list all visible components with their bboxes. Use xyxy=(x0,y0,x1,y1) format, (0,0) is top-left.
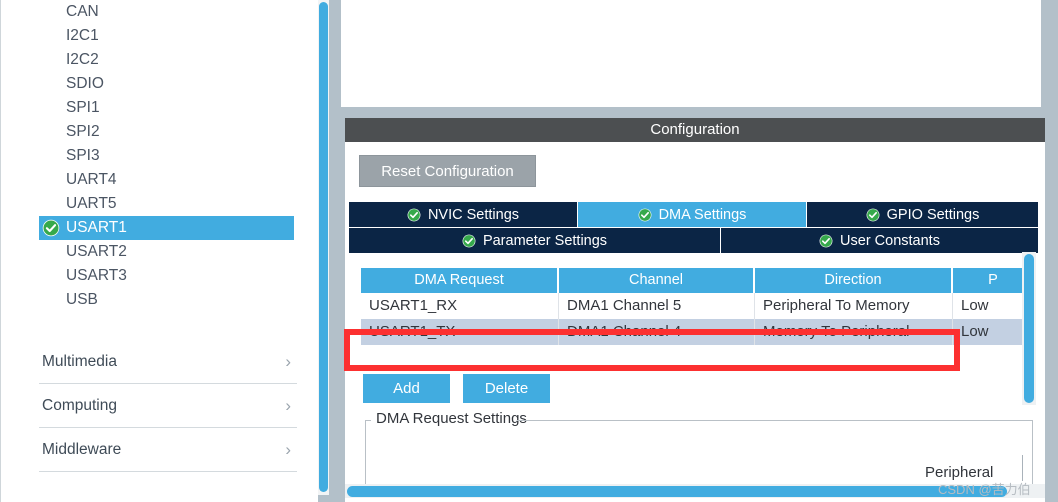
sidebar-item-usb[interactable]: USB xyxy=(1,288,318,312)
watermark-text: CSDN @苦力伯 xyxy=(938,482,1031,497)
category-computing[interactable]: Computing › xyxy=(39,384,297,428)
tab-dma-settings[interactable]: DMA Settings xyxy=(578,202,807,228)
column-header[interactable]: Direction xyxy=(755,268,953,293)
table-cell: Memory To Peripheral xyxy=(755,319,953,345)
green-check-icon xyxy=(407,208,421,221)
chevron-right-icon[interactable]: › xyxy=(285,353,291,370)
chevron-right-icon[interactable]: › xyxy=(285,441,291,458)
tab-gpio-settings[interactable]: GPIO Settings xyxy=(807,202,1038,228)
category-label: Middleware xyxy=(42,440,122,458)
tab-label: GPIO Settings xyxy=(886,206,980,223)
sidebar-item-label: I2C1 xyxy=(66,27,99,44)
table-cell: Peripheral To Memory xyxy=(755,293,953,319)
sidebar-item-sdio[interactable]: SDIO xyxy=(1,72,318,96)
peripheral-list: CAN I2C1 I2C2 SDIO SPI1 SPI2 SPI3 UART4 UART5 USA… xyxy=(1,0,318,310)
category-multimedia[interactable]: Multimedia › xyxy=(39,340,297,384)
configuration-panel: Configuration Reset Configuration NVIC S… xyxy=(341,0,1058,502)
green-check-icon xyxy=(638,208,651,221)
sidebar-item-label: USB xyxy=(66,291,98,308)
sidebar-item-uart5[interactable]: UART5 xyxy=(1,192,318,216)
configuration-body: Reset Configuration NVIC Settings DMA Set… xyxy=(345,142,1045,502)
green-check-icon xyxy=(462,234,476,248)
legend-line-left xyxy=(365,420,371,421)
sidebar-item-label: UART5 xyxy=(66,195,117,212)
settings-tabs-row-2: Parameter Settings User Constants xyxy=(349,228,1038,254)
table-cell: DMA1 Channel 5 xyxy=(559,293,755,319)
sidebar-item-spi2[interactable]: SPI2 xyxy=(1,120,318,144)
sidebar-item-label: UART4 xyxy=(66,171,117,188)
green-check-icon xyxy=(42,219,60,237)
table-cell: Low xyxy=(961,297,989,314)
green-check-icon xyxy=(866,208,880,222)
add-button[interactable]: Add xyxy=(363,374,450,403)
table-scrollbar-thumb[interactable] xyxy=(1024,254,1034,403)
table-row[interactable]: USART1_TX DMA1 Channel 4 Memory To Periphe… xyxy=(361,319,1033,345)
category-list: Multimedia › Computing › Middleware › xyxy=(39,340,297,472)
table-cell: DMA1 Channel 4 xyxy=(559,319,755,345)
app-window: CAN I2C1 I2C2 SDIO SPI1 SPI2 SPI3 UART4 UART5 USA… xyxy=(0,0,1058,502)
column-header[interactable]: DMA Request xyxy=(361,268,559,293)
sidebar-item-spi1[interactable]: SPI1 xyxy=(1,96,318,120)
category-middleware[interactable]: Middleware › xyxy=(39,428,297,472)
sidebar-item-spi3[interactable]: SPI3 xyxy=(1,144,318,168)
table-row[interactable]: USART1_RX DMA1 Channel 5 Peripheral To Mem… xyxy=(361,293,1033,319)
tab-label: User Constants xyxy=(840,232,940,249)
sidebar-item-label: USART2 xyxy=(66,243,127,260)
settings-tabs-row-1: NVIC Settings DMA Settings GPIO Settings xyxy=(349,202,1038,228)
table-cell: USART1_RX xyxy=(361,293,559,319)
table-body: USART1_RX DMA1 Channel 5 Peripheral To Mem… xyxy=(361,293,1033,345)
tab-label: NVIC Settings xyxy=(427,206,520,223)
sidebar-item-label: USART3 xyxy=(66,267,127,284)
column-header[interactable]: P xyxy=(953,268,1033,293)
green-check-icon xyxy=(638,208,652,222)
sidebar-item-label: SPI2 xyxy=(66,123,100,140)
green-check-icon xyxy=(462,234,476,247)
table-cell: USART1_TX xyxy=(361,319,559,345)
dma-request-table: DMA Request Channel Direction P USART1_RX DM… xyxy=(361,268,1033,345)
column-header[interactable]: Channel xyxy=(559,268,755,293)
tab-user-constants[interactable]: User Constants xyxy=(721,228,1038,254)
reset-configuration-button[interactable]: Reset Configuration xyxy=(359,155,536,187)
sidebar-item-usart3[interactable]: USART3 xyxy=(1,264,318,288)
group-legend-label: DMA Request Settings xyxy=(373,410,530,427)
sidebar-item-label: USART1 xyxy=(66,219,127,236)
upper-empty-panel xyxy=(341,0,1041,107)
green-check-icon xyxy=(42,219,60,237)
sidebar-item-label: SDIO xyxy=(66,75,104,92)
sidebar-item-label: CAN xyxy=(66,3,99,20)
tab-label: Parameter Settings xyxy=(482,232,608,249)
tab-label: DMA Settings xyxy=(658,206,747,223)
category-label: Computing xyxy=(42,396,117,414)
legend-line-right xyxy=(517,420,1033,421)
category-label: Multimedia xyxy=(42,352,117,370)
sidebar-item-uart4[interactable]: UART4 xyxy=(1,168,318,192)
table-cell: Low xyxy=(961,323,989,340)
table-action-buttons: Add Delete xyxy=(363,374,550,403)
green-check-icon xyxy=(819,234,833,247)
horizontal-scrollbar-thumb[interactable] xyxy=(347,486,1007,497)
peripheral-sidebar: CAN I2C1 I2C2 SDIO SPI1 SPI2 SPI3 UART4 UART5 USA… xyxy=(0,0,318,502)
sidebar-item-usart2[interactable]: USART2 xyxy=(1,240,318,264)
sidebar-item-usart1[interactable]: USART1 xyxy=(39,216,294,240)
sidebar-item-can[interactable]: CAN xyxy=(1,0,318,24)
table-header-row: DMA Request Channel Direction P xyxy=(361,268,1033,293)
tab-parameter-settings[interactable]: Parameter Settings xyxy=(349,228,721,254)
settings-column-divider xyxy=(1022,455,1023,481)
chevron-right-icon[interactable]: › xyxy=(285,397,291,414)
sidebar-scrollbar-thumb[interactable] xyxy=(319,2,328,492)
tab-nvic-settings[interactable]: NVIC Settings xyxy=(349,202,578,228)
green-check-icon xyxy=(407,208,421,222)
sidebar-item-i2c1[interactable]: I2C1 xyxy=(1,24,318,48)
green-check-icon xyxy=(866,208,880,221)
delete-button[interactable]: Delete xyxy=(463,374,550,403)
group-legend-line: DMA Request Settings xyxy=(365,410,1033,427)
sidebar-item-i2c2[interactable]: I2C2 xyxy=(1,48,318,72)
sidebar-item-label: I2C2 xyxy=(66,51,99,68)
green-check-icon xyxy=(819,234,833,248)
panel-divider xyxy=(329,0,341,502)
sidebar-item-label: SPI1 xyxy=(66,99,100,116)
configuration-header: Configuration xyxy=(345,118,1045,142)
sidebar-item-label: SPI3 xyxy=(66,147,100,164)
